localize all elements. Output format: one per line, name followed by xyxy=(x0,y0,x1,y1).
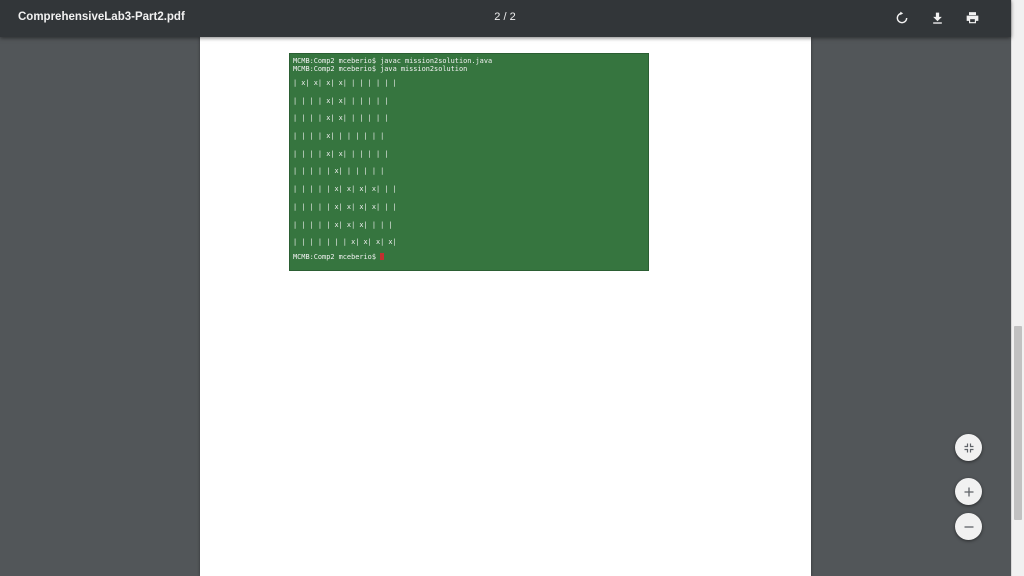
vertical-scrollbar[interactable] xyxy=(1011,0,1024,576)
grid-row: | x| x| x| x| | | | | | | xyxy=(293,79,397,87)
terminal-line: MCMB:Comp2 mceberio$ javac mission2solut… xyxy=(293,57,493,65)
pdf-page: MCMB:Comp2 mceberio$ javac mission2solut… xyxy=(200,37,811,576)
grid-row: | | | | x| x| | | | | | xyxy=(293,149,389,158)
grid-row: | | | | x| | | | | | | xyxy=(293,132,385,141)
scrollbar-thumb[interactable] xyxy=(1014,326,1022,520)
print-icon xyxy=(966,12,978,24)
grid-row: | | | | x| x| | | | | | xyxy=(293,96,389,105)
download-button[interactable] xyxy=(927,9,947,27)
terminal-line: MCMB:Comp2 mceberio$ java mission2soluti… xyxy=(293,65,468,73)
grid-row: | | | | | | | x| x| x| x| xyxy=(293,238,397,247)
document-title: ComprehensiveLab3-Part2.pdf xyxy=(18,11,185,23)
grid-row: | | | | x| x| | | | | | xyxy=(293,114,389,123)
download-icon xyxy=(932,12,942,24)
zoom-in-icon xyxy=(964,487,973,496)
print-button[interactable] xyxy=(962,9,982,27)
zoom-out-icon xyxy=(964,525,973,528)
terminal-prompt: MCMB:Comp2 mceberio$ xyxy=(293,252,381,261)
terminal-prompt-line: MCMB:Comp2 mceberio$ xyxy=(293,252,645,261)
grid-row: | | | | | x| | | | | | xyxy=(293,167,385,176)
rotate-button[interactable] xyxy=(892,9,912,27)
page-indicator: 2 / 2 xyxy=(494,11,516,23)
grid-row: | | | | | x| x| x| | | | xyxy=(293,220,393,229)
rotate-icon xyxy=(896,11,908,24)
grid-row: | | | | | x| x| x| x| | | xyxy=(293,202,397,211)
terminal-screenshot: MCMB:Comp2 mceberio$ javac mission2solut… xyxy=(289,53,649,271)
zoom-out-button[interactable] xyxy=(955,513,982,540)
zoom-in-button[interactable] xyxy=(955,478,982,505)
fit-to-page-icon xyxy=(964,443,973,452)
grid-row: | | | | | x| x| x| x| | | xyxy=(293,185,397,194)
pdf-toolbar: ComprehensiveLab3-Part2.pdf 2 / 2 xyxy=(0,0,1011,37)
fit-to-page-button[interactable] xyxy=(955,434,982,461)
terminal-cursor xyxy=(380,252,385,260)
